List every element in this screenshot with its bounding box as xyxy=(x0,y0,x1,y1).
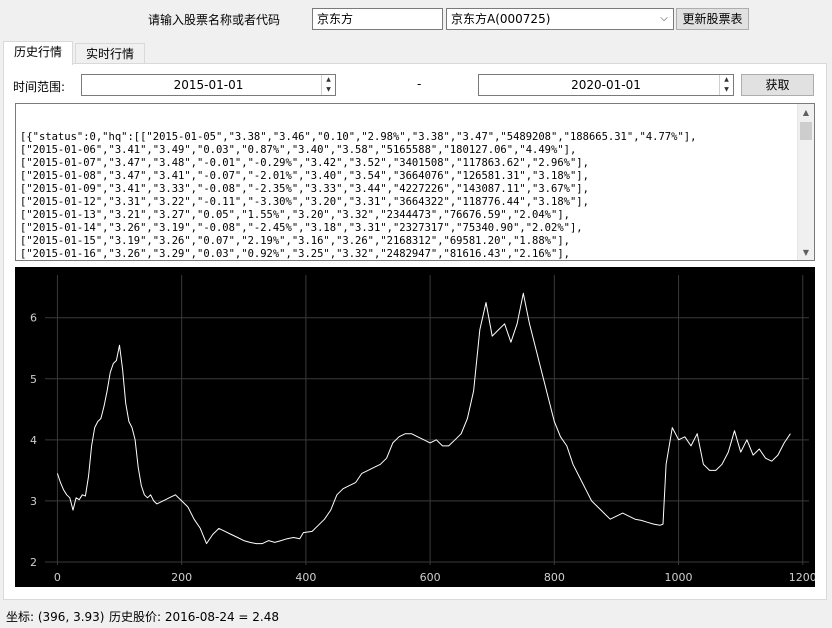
x-tick-label: 1200 xyxy=(789,571,815,584)
stock-search-input[interactable]: 京东方 xyxy=(312,8,443,30)
x-tick-label: 200 xyxy=(171,571,192,584)
tab-history[interactable]: 历史行情 xyxy=(3,41,74,65)
time-range-label: 时间范围: xyxy=(13,80,66,94)
y-tick-label: 6 xyxy=(30,312,37,325)
x-tick-label: 0 xyxy=(54,571,61,584)
range-separator: - xyxy=(417,77,422,91)
output-line: [{"status":0,"hq":[["2015-01-05","3.38",… xyxy=(20,131,697,143)
stock-select-value: 京东方A(000725) xyxy=(451,12,551,26)
output-textarea[interactable]: [{"status":0,"hq":[["2015-01-05","3.38",… xyxy=(15,103,815,261)
output-line: ["2015-01-06","3.41","3.49","0.03","0.87… xyxy=(20,144,577,156)
chevron-down-icon[interactable]: ⌵ xyxy=(655,9,673,29)
end-date-input[interactable]: 2020-01-01 ▲ ▼ xyxy=(478,74,734,96)
start-date-input[interactable]: 2015-01-01 ▲ ▼ xyxy=(81,74,336,96)
y-tick-label: 4 xyxy=(30,434,37,447)
scroll-up-icon[interactable]: ▲ xyxy=(798,104,814,120)
update-stock-list-button[interactable]: 更新股票表 xyxy=(676,8,749,30)
start-date-value: 2015-01-01 xyxy=(173,78,244,92)
price-chart[interactable]: 0 200 400 600 800 1000 1200 2 3 4 5 6 xyxy=(15,267,815,587)
spin-down-icon[interactable]: ▼ xyxy=(720,85,733,95)
tab-realtime[interactable]: 实时行情 xyxy=(75,43,146,65)
stock-select-dropdown[interactable]: 京东方A(000725) ⌵ xyxy=(446,8,674,30)
output-line: ["2015-01-16","3.26","3.29","0.03","0.92… xyxy=(20,248,570,260)
start-date-spinner[interactable]: ▲ ▼ xyxy=(321,75,335,95)
x-tick-label: 600 xyxy=(420,571,441,584)
output-line: ["2015-01-12","3.31","3.22","-0.11","-3.… xyxy=(20,196,589,208)
x-tick-label: 1000 xyxy=(665,571,693,584)
y-tick-label: 2 xyxy=(30,556,37,569)
spin-up-icon[interactable]: ▲ xyxy=(322,75,335,85)
y-tick-label: 3 xyxy=(30,495,37,508)
output-line: ["2015-01-08","3.47","3.41","-0.07","-2.… xyxy=(20,170,589,182)
output-line: ["2015-01-15","3.19","3.26","0.07","2.19… xyxy=(20,235,570,247)
spin-up-icon[interactable]: ▲ xyxy=(720,75,733,85)
end-date-value: 2020-01-01 xyxy=(571,78,641,92)
spin-down-icon[interactable]: ▼ xyxy=(322,85,335,95)
history-price-readout: 历史股价: 2016-08-24 = 2.48 xyxy=(109,610,279,624)
stock-search-label: 请输入股票名称或者代码 xyxy=(148,13,281,27)
coordinate-readout: 坐标: (396, 3.93) xyxy=(6,610,105,624)
end-date-spinner[interactable]: ▲ ▼ xyxy=(719,75,733,95)
scroll-down-icon[interactable]: ▼ xyxy=(798,244,814,260)
y-tick-label: 5 xyxy=(30,373,37,386)
x-tick-label: 400 xyxy=(295,571,316,584)
output-line: ["2015-01-14","3.26","3.19","-0.08","-2.… xyxy=(20,222,583,234)
output-line: ["2015-01-09","3.41","3.33","-0.08","-2.… xyxy=(20,183,589,195)
fetch-button[interactable]: 获取 xyxy=(741,74,814,96)
output-line: ["2015-01-07","3.47","3.48","-0.01","-0.… xyxy=(20,157,589,169)
plot-background xyxy=(15,267,815,587)
scroll-thumb[interactable] xyxy=(800,122,812,140)
x-tick-label: 800 xyxy=(544,571,565,584)
output-line: ["2015-01-13","3.21","3.27","0.05","1.55… xyxy=(20,209,570,221)
output-scrollbar[interactable]: ▲ ▼ xyxy=(797,104,814,260)
